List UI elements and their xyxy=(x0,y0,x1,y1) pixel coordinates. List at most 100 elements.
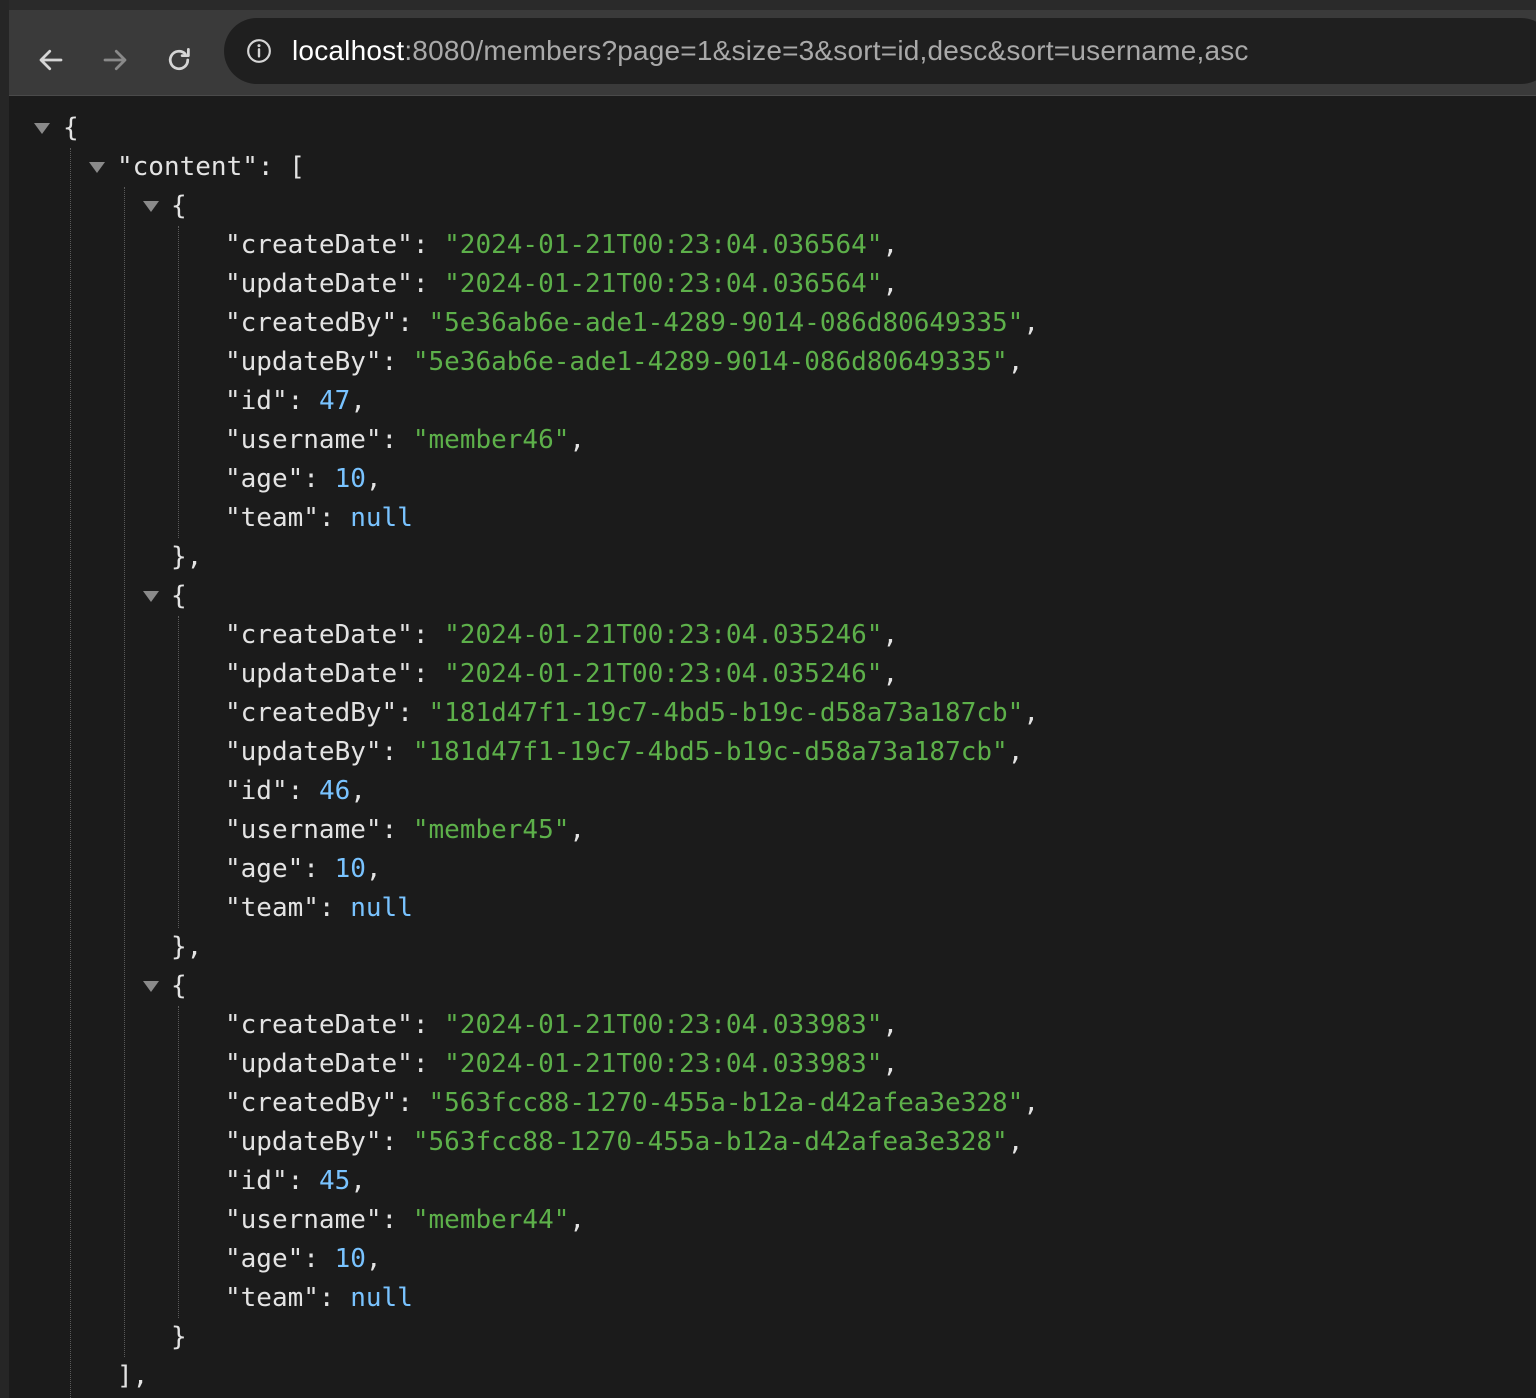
colon: : xyxy=(412,1049,445,1079)
json-key-username: "username" xyxy=(225,1205,382,1235)
comma: , xyxy=(365,854,382,884)
member-1-age-line: "age": 10, xyxy=(225,850,382,889)
colon: : xyxy=(412,230,445,260)
json-key-updateBy: "updateBy" xyxy=(225,347,382,377)
colon: : xyxy=(287,1166,319,1196)
member-1-updateDate-line: "updateDate": "2024-01-21T00:23:04.03524… xyxy=(225,655,898,694)
root-indent-guide xyxy=(70,148,71,1398)
json-value-id: 46 xyxy=(318,776,351,806)
json-value-createDate: "2024-01-21T00:23:04.033983" xyxy=(444,1010,883,1040)
forward-button[interactable] xyxy=(93,38,137,82)
member-2-createDate-line: "createDate": "2024-01-21T00:23:04.03398… xyxy=(225,1006,898,1045)
comma: , xyxy=(365,1244,382,1274)
colon: : xyxy=(287,386,319,416)
colon: : xyxy=(397,1088,429,1118)
json-value-team: null xyxy=(350,503,413,533)
brace: } xyxy=(171,1322,187,1352)
info-icon[interactable] xyxy=(246,38,272,64)
comma: , xyxy=(569,425,586,455)
json-key-age: "age" xyxy=(225,854,304,884)
back-button[interactable] xyxy=(29,38,73,82)
json-value-age: 10 xyxy=(334,854,366,884)
json-value-createDate: "2024-01-21T00:23:04.036564" xyxy=(444,230,883,260)
json-value-createdBy: "5e36ab6e-ade1-4289-9014-086d80649335" xyxy=(428,308,1024,338)
member-2-id-line: "id": 45, xyxy=(225,1162,366,1201)
brace: }, xyxy=(171,932,203,962)
back-arrow-icon xyxy=(39,49,63,71)
json-value-createdBy: "181d47f1-19c7-4bd5-b19c-d58a73a187cb" xyxy=(428,698,1024,728)
member-2-updateDate-line: "updateDate": "2024-01-21T00:23:04.03398… xyxy=(225,1045,898,1084)
brace: }, xyxy=(171,542,203,572)
colon: : xyxy=(381,425,413,455)
brace: { xyxy=(171,971,187,1001)
json-value-id: 47 xyxy=(318,386,351,416)
colon: : xyxy=(318,893,351,923)
json-key-createdBy: "createdBy" xyxy=(225,698,398,728)
comma: , xyxy=(350,1166,366,1196)
member-1-updateBy-line: "updateBy": "181d47f1-19c7-4bd5-b19c-d58… xyxy=(225,733,1023,772)
json-key: "content" xyxy=(117,152,258,182)
json-key-username: "username" xyxy=(225,815,382,845)
member-0-updateDate-line: "updateDate": "2024-01-21T00:23:04.03656… xyxy=(225,265,898,304)
json-value-updateBy: "5e36ab6e-ade1-4289-9014-086d80649335" xyxy=(412,347,1008,377)
json-key-id: "id" xyxy=(225,1166,288,1196)
colon: : xyxy=(381,737,413,767)
json-value-updateBy: "181d47f1-19c7-4bd5-b19c-d58a73a187cb" xyxy=(412,737,1008,767)
member-1-id-line: "id": 46, xyxy=(225,772,366,811)
member-2-open-brace: { xyxy=(171,967,187,1006)
json-key-createdBy: "createdBy" xyxy=(225,1088,398,1118)
member-1-createDate-line: "createDate": "2024-01-21T00:23:04.03524… xyxy=(225,616,898,655)
comma: , xyxy=(882,1010,899,1040)
json-value-updateBy: "563fcc88-1270-455a-b12a-d42afea3e328" xyxy=(412,1127,1008,1157)
colon: : xyxy=(257,152,290,182)
colon: : xyxy=(318,1283,351,1313)
json-key-team: "team" xyxy=(225,503,319,533)
json-value-updateDate: "2024-01-21T00:23:04.035246" xyxy=(444,659,883,689)
member-2-collapse-toggle[interactable] xyxy=(143,981,159,992)
json-key-updateDate: "updateDate" xyxy=(225,1049,413,1079)
forward-arrow-icon xyxy=(103,49,127,71)
member-0-createDate-line: "createDate": "2024-01-21T00:23:04.03656… xyxy=(225,226,898,265)
address-bar[interactable]: localhost:8080/members?page=1&size=3&sor… xyxy=(224,18,1536,84)
content-collapse-toggle[interactable] xyxy=(89,162,105,173)
comma: , xyxy=(882,620,899,650)
reload-button[interactable] xyxy=(157,38,201,82)
json-value-team: null xyxy=(350,1283,413,1313)
colon: : xyxy=(381,1205,413,1235)
member-1-close-brace: }, xyxy=(171,928,202,967)
member-1-team-line: "team": null xyxy=(225,889,413,928)
json-value-username: "member46" xyxy=(412,425,570,455)
member-1-open-brace: { xyxy=(171,577,187,616)
member-0-indent-guide xyxy=(178,226,179,538)
member-0-updateBy-line: "updateBy": "5e36ab6e-ade1-4289-9014-086… xyxy=(225,343,1023,382)
member-1-indent-guide xyxy=(178,616,179,928)
root-collapse-toggle[interactable] xyxy=(34,123,50,134)
comma: , xyxy=(882,659,899,689)
comma: , xyxy=(882,1049,899,1079)
json-key-team: "team" xyxy=(225,1283,319,1313)
comma: , xyxy=(350,776,366,806)
json-key-id: "id" xyxy=(225,386,288,416)
colon: : xyxy=(303,854,335,884)
json-key-id: "id" xyxy=(225,776,288,806)
colon: : xyxy=(397,308,429,338)
bracket: ], xyxy=(117,1361,149,1391)
json-key-createDate: "createDate" xyxy=(225,620,413,650)
comma: , xyxy=(350,386,366,416)
url-text[interactable]: localhost:8080/members?page=1&size=3&sor… xyxy=(292,35,1249,67)
member-2-indent-guide xyxy=(178,1006,179,1318)
colon: : xyxy=(381,347,413,377)
member-2-age-line: "age": 10, xyxy=(225,1240,382,1279)
member-2-close-brace: } xyxy=(171,1318,187,1357)
json-key-updateDate: "updateDate" xyxy=(225,269,413,299)
json-value-team: null xyxy=(350,893,413,923)
url-path: :8080/members?page=1&size=3&sort=id,desc… xyxy=(404,35,1249,66)
member-1-collapse-toggle[interactable] xyxy=(143,591,159,602)
member-0-age-line: "age": 10, xyxy=(225,460,382,499)
comma: , xyxy=(1007,737,1024,767)
comma: , xyxy=(1007,347,1024,377)
member-0-collapse-toggle[interactable] xyxy=(143,201,159,212)
content-indent-guide xyxy=(124,187,125,1357)
json-value-createDate: "2024-01-21T00:23:04.035246" xyxy=(444,620,883,650)
colon: : xyxy=(318,503,351,533)
